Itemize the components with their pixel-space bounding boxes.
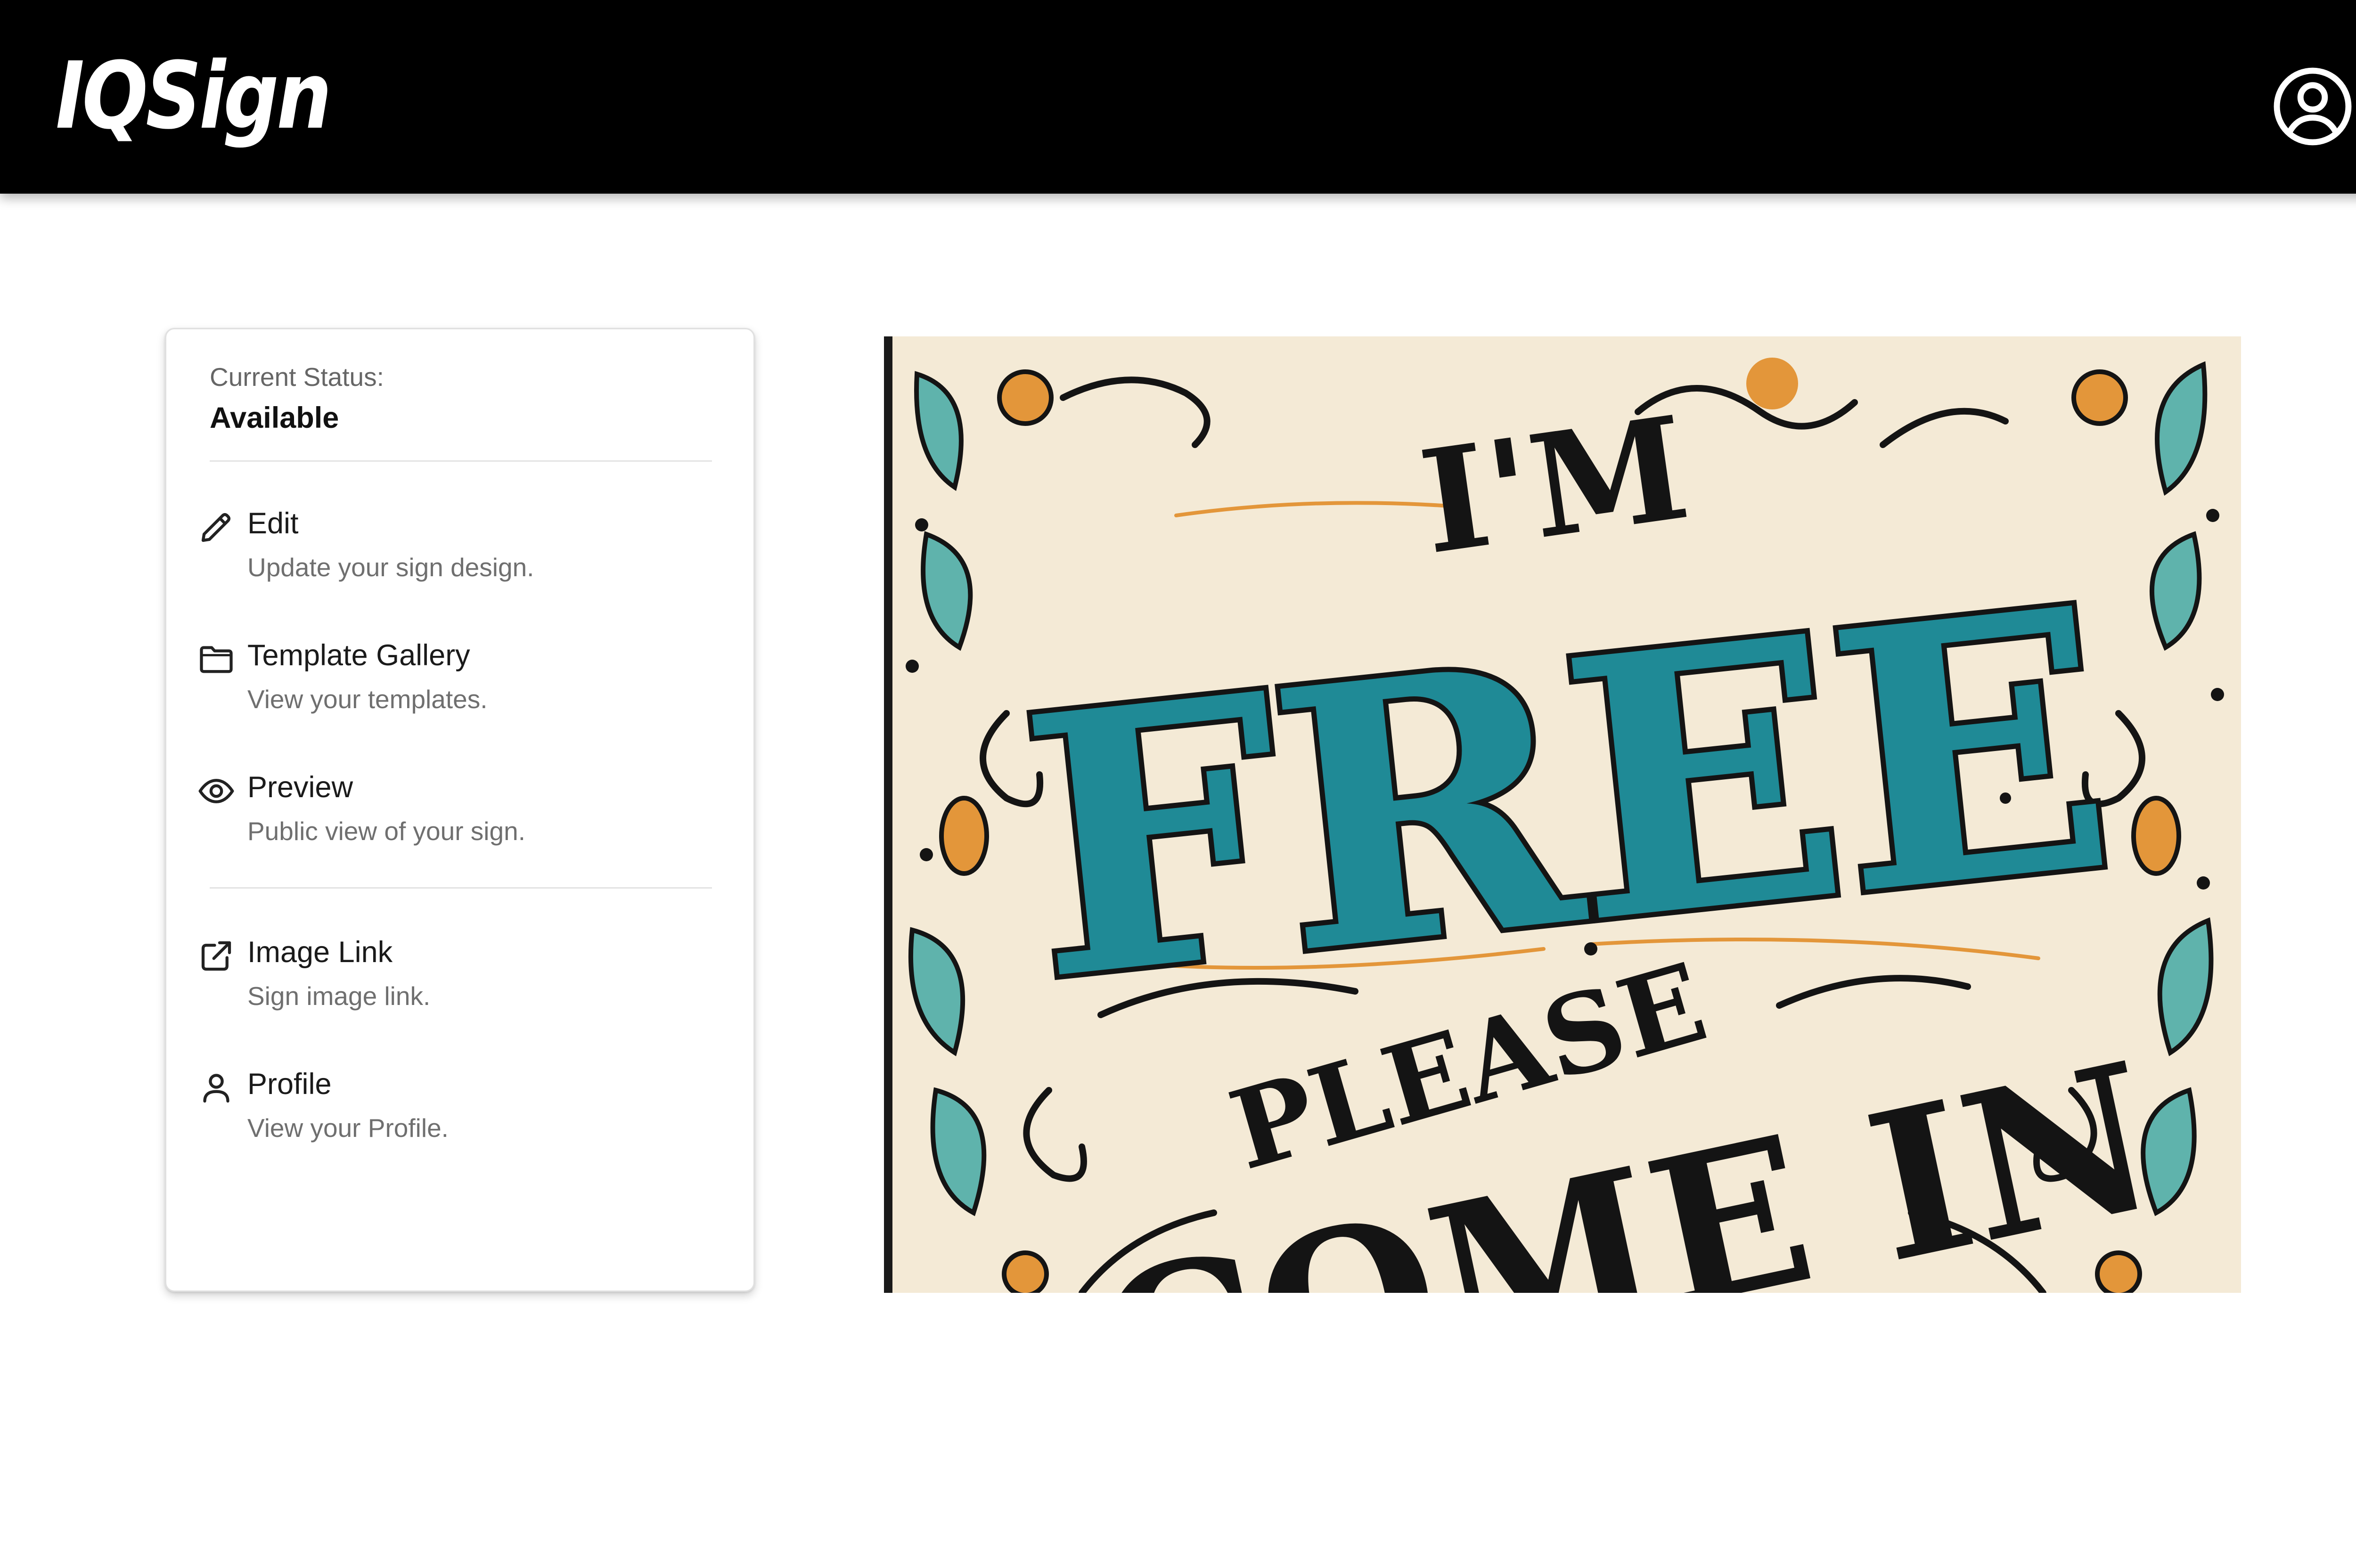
sign-menu-card: Current Status: Available Edit Update yo… bbox=[165, 328, 755, 1292]
person-icon bbox=[203, 1074, 229, 1103]
folder-icon bbox=[200, 646, 233, 673]
menu-item-description: Sign image link. bbox=[247, 981, 431, 1011]
menu-item-title: Profile bbox=[247, 1068, 332, 1101]
account-button[interactable] bbox=[2272, 66, 2353, 147]
sign-image[interactable]: I'M FREE PLEASE COME IN bbox=[884, 336, 2241, 1293]
menu-item-description: View your Profile. bbox=[247, 1113, 449, 1143]
menu-item-preview[interactable]: Preview Public view of your sign. bbox=[187, 764, 734, 877]
top-app-bar: IQSign bbox=[0, 0, 2356, 194]
menu-item-description: Update your sign design. bbox=[247, 553, 534, 582]
eye-icon bbox=[198, 779, 234, 803]
menu-item-image-link[interactable]: Image Link Sign image link. bbox=[187, 929, 734, 1042]
app-logo[interactable]: IQSign bbox=[56, 40, 332, 153]
menu-item-description: Public view of your sign. bbox=[247, 817, 525, 846]
current-status-value: Available bbox=[210, 401, 339, 434]
account-circle-icon bbox=[2274, 67, 2352, 146]
current-status-label: Current Status: bbox=[210, 362, 384, 392]
divider bbox=[210, 460, 712, 462]
menu-item-title: Template Gallery bbox=[247, 639, 470, 672]
menu-item-edit[interactable]: Edit Update your sign design. bbox=[187, 500, 734, 613]
menu-item-title: Image Link bbox=[247, 936, 393, 969]
menu-item-profile[interactable]: Profile View your Profile. bbox=[187, 1061, 734, 1174]
menu-item-title: Edit bbox=[247, 507, 299, 540]
pencil-icon bbox=[201, 513, 231, 542]
divider bbox=[210, 887, 712, 889]
menu-item-description: View your templates. bbox=[247, 685, 488, 714]
sign-artwork: I'M FREE PLEASE COME IN bbox=[884, 336, 2241, 1293]
menu-item-template-gallery[interactable]: Template Gallery View your templates. bbox=[187, 632, 734, 745]
menu-item-title: Preview bbox=[247, 771, 353, 804]
external-link-icon bbox=[201, 941, 231, 971]
